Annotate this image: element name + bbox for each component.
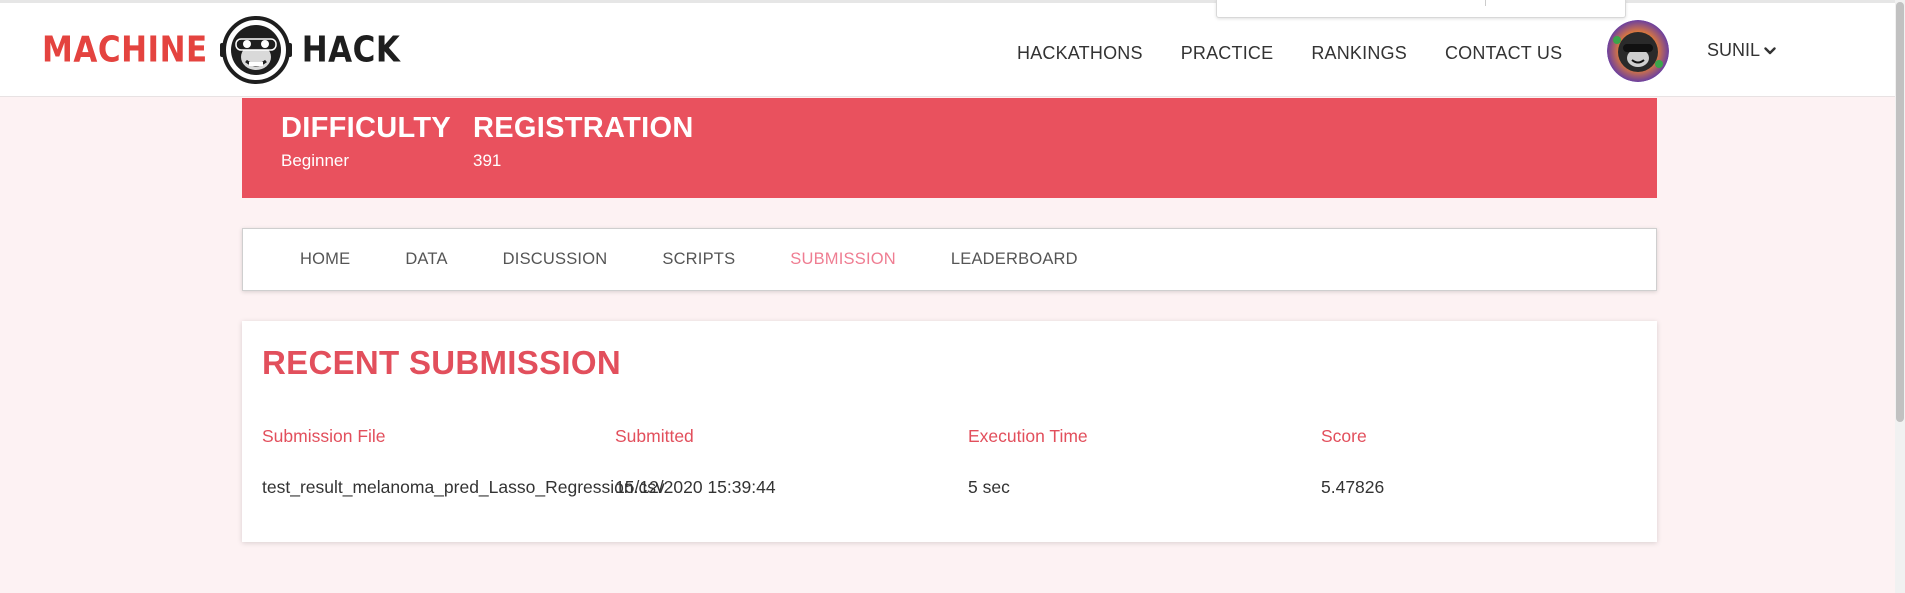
- cell-execution-time: 5 sec: [968, 477, 1010, 497]
- tab-leaderboard[interactable]: LEADERBOARD: [951, 250, 1078, 269]
- user-menu[interactable]: SUNIL: [1707, 40, 1776, 61]
- tab-scripts[interactable]: SCRIPTS: [662, 250, 735, 269]
- hackathon-stats-banner: DIFFICULTY Beginner REGISTRATION 391: [242, 98, 1657, 198]
- tab-submission[interactable]: SUBMISSION: [790, 250, 896, 269]
- site-logo[interactable]: MACHINE HACK: [42, 15, 400, 85]
- stat-label: REGISTRATION: [473, 112, 694, 144]
- nav-practice[interactable]: PRACTICE: [1181, 43, 1274, 64]
- stat-value: 391: [473, 151, 502, 170]
- user-name: SUNIL: [1707, 40, 1761, 60]
- logo-word-hack: HACK: [301, 28, 401, 71]
- recent-submission-card: RECENT SUBMISSION Submission File Submit…: [242, 321, 1657, 542]
- nav-rankings[interactable]: RANKINGS: [1311, 43, 1407, 64]
- cell-submitted: 15/12/2020 15:39:44: [615, 477, 776, 497]
- nav-contact-us[interactable]: CONTACT US: [1445, 43, 1562, 64]
- scrollbar-thumb[interactable]: [1896, 2, 1904, 422]
- user-avatar[interactable]: [1607, 20, 1669, 82]
- site-header: MACHINE HACK HACKATHONS PRACTICE RANKING…: [0, 0, 1905, 97]
- tab-home[interactable]: HOME: [300, 250, 350, 269]
- dropdown-divider: [1485, 0, 1486, 6]
- nav-hackathons[interactable]: HACKATHONS: [1017, 43, 1143, 64]
- stat-registration: REGISTRATION 391: [473, 112, 694, 171]
- main-nav: HACKATHONS PRACTICE RANKINGS CONTACT US: [1017, 43, 1562, 64]
- cell-submission-file[interactable]: test_result_melanoma_pred_Lasso_Regressi…: [262, 477, 665, 498]
- column-header-execution-time: Execution Time: [968, 426, 1088, 446]
- stat-difficulty: DIFFICULTY Beginner: [281, 112, 451, 171]
- chevron-down-icon: [1764, 46, 1776, 54]
- cell-score: 5.47826: [1321, 477, 1385, 497]
- column-header-submitted: Submitted: [615, 426, 694, 446]
- tab-data[interactable]: DATA: [405, 250, 447, 269]
- hackathon-tabs: HOME DATA DISCUSSION SCRIPTS SUBMISSION …: [242, 228, 1657, 291]
- column-header-score: Score: [1321, 426, 1367, 446]
- page-scrollbar[interactable]: [1895, 0, 1905, 593]
- tab-discussion[interactable]: DISCUSSION: [503, 250, 608, 269]
- logo-word-machine: MACHINE: [42, 28, 208, 71]
- column-header-submission-file: Submission File: [262, 426, 386, 446]
- monkey-astronaut-logo: [219, 16, 292, 84]
- section-title: RECENT SUBMISSION: [262, 344, 621, 381]
- dropdown-panel: [1216, 0, 1626, 18]
- avatar-image: [1607, 20, 1669, 82]
- stat-value: Beginner: [281, 151, 350, 170]
- stat-label: DIFFICULTY: [281, 112, 451, 144]
